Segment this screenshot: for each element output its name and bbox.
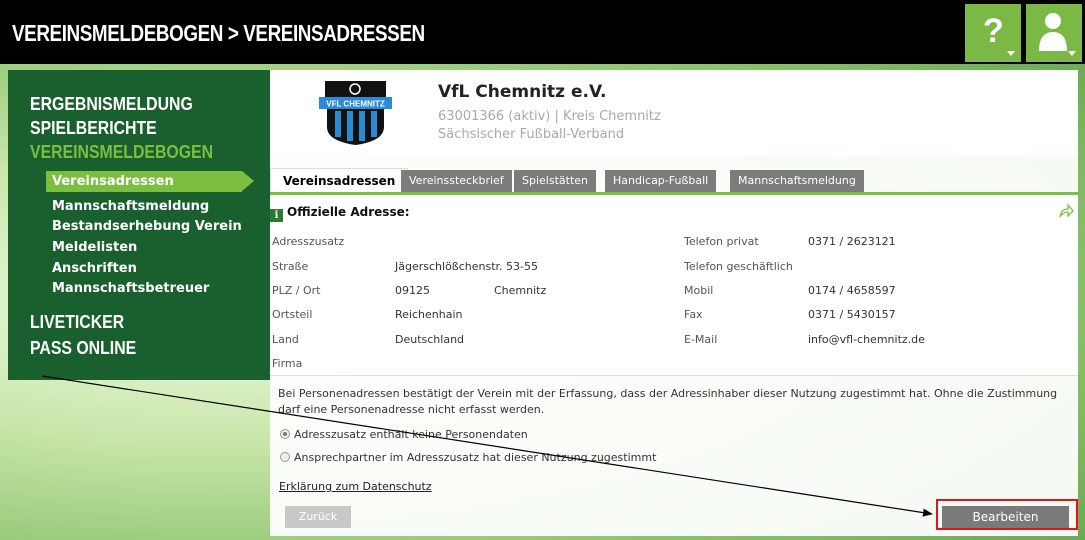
tab-mannschaftsmeldung[interactable]: Mannschaftsmeldung [730,170,864,192]
back-button[interactable]: Zurück [285,506,351,528]
tab-bar: Vereinsadressen Vereinssteckbrief Spiels… [270,168,1078,192]
club-logo: VFL CHEMNITZ [319,81,392,145]
question-mark-icon: ? [983,12,1004,50]
value-strasse: Jägerschlößchenstr. 53-55 [395,260,538,273]
label-firma: Firma [272,357,303,370]
tab-vereinsadressen[interactable]: Vereinsadressen [270,168,409,192]
club-id: 63001366 (aktiv) | Kreis Chemnitz [438,109,661,124]
value-email[interactable]: info@vfl-chemnitz.de [808,333,925,346]
radio-option-consent-given[interactable]: Ansprechpartner im Adresszusatz hat dies… [280,451,656,464]
page-title: VEREINSMELDEBOGEN > VEREINSADRESSEN [12,20,425,46]
section-title-text: Offizielle Adresse: [287,205,410,219]
radio-label: Adresszusatz enthält keine Personendaten [294,428,528,441]
radio-unchecked-icon[interactable] [280,452,290,462]
club-header: VFL CHEMNITZ VfL Chemnitz e.V. 63001366 … [270,70,1078,156]
privacy-link[interactable]: Erklärung zum Datenschutz [279,480,432,493]
label-strasse: Straße [272,260,309,273]
nav-vereinsadressen[interactable]: Vereinsadressen [52,174,174,189]
user-menu-button[interactable] [1026,4,1082,62]
help-button[interactable]: ? [965,4,1021,62]
label-mobil: Mobil [684,284,714,297]
value-telefon-privat: 0371 / 2623121 [808,235,896,248]
nav-vereinsmeldebogen[interactable]: VEREINSMELDEBOGEN [30,142,213,163]
info-icon: i [270,209,283,222]
value-land: Deutschland [395,333,465,346]
radio-option-no-personal-data[interactable]: Adresszusatz enthält keine Personendaten [280,428,528,441]
tab-spielstaetten[interactable]: Spielstätten [514,170,596,192]
nav-pass-online[interactable]: PASS ONLINE [30,338,136,359]
value-plz: 09125 [395,284,430,297]
nav-liveticker[interactable]: LIVETICKER [30,312,124,333]
value-ortsteil: Reichenhain [395,308,463,321]
label-land: Land [272,333,299,346]
nav-spielberichte[interactable]: SPIELBERICHTE [30,118,157,139]
label-ortsteil: Ortsteil [272,308,313,321]
label-fax: Fax [684,308,703,321]
section-title: i Offizielle Adresse: [270,205,410,222]
nav-mannschaftsmeldung[interactable]: Mannschaftsmeldung [52,199,209,214]
nav-mannschaftsbetreuer[interactable]: Mannschaftsbetreuer [52,281,209,296]
top-bar: VEREINSMELDEBOGEN > VEREINSADRESSEN ? [0,0,1085,64]
address-panel: i Offizielle Adresse: Adresszusatz Straße… [270,195,1078,375]
nav-ergebnismeldung[interactable]: ERGEBNISMELDUNG [30,94,193,115]
consent-notice: Bei Personenadressen bestätigt der Verei… [278,387,1058,416]
logo-text: VFL CHEMNITZ [326,100,385,109]
nav-meldelisten[interactable]: Meldelisten [52,240,137,255]
highlight-box [936,499,1078,530]
radio-label: Ansprechpartner im Adresszusatz hat dies… [294,451,657,464]
nav-bestandserhebung[interactable]: Bestandserhebung Verein [52,219,242,234]
value-fax: 0371 / 5430157 [808,308,896,321]
tab-handicap-fussball[interactable]: Handicap-Fußball [605,170,717,192]
club-name: VfL Chemnitz e.V. [438,82,607,102]
tab-vereinssteckbrief[interactable]: Vereinssteckbrief [401,170,512,192]
label-telefon-geschaeftlich: Telefon geschäftlich [684,260,793,273]
label-email: E-Mail [684,333,718,346]
value-ort: Chemnitz [494,284,547,297]
radio-checked-icon[interactable] [280,429,290,439]
nav-anschriften[interactable]: Anschriften [52,261,137,276]
content-panel: VFL CHEMNITZ VfL Chemnitz e.V. 63001366 … [270,70,1078,536]
caret-down-icon [1007,51,1015,56]
caret-down-icon [1068,51,1076,56]
label-telefon-privat: Telefon privat [684,235,759,248]
sidebar: ERGEBNISMELDUNG SPIELBERICHTE VEREINSMEL… [8,70,270,380]
club-federation: Sächsischer Fußball-Verband [438,127,625,142]
label-adresszusatz: Adresszusatz [272,235,345,248]
share-icon[interactable] [1058,203,1074,219]
label-plz-ort: PLZ / Ort [272,284,321,297]
value-mobil: 0174 / 4658597 [808,284,896,297]
